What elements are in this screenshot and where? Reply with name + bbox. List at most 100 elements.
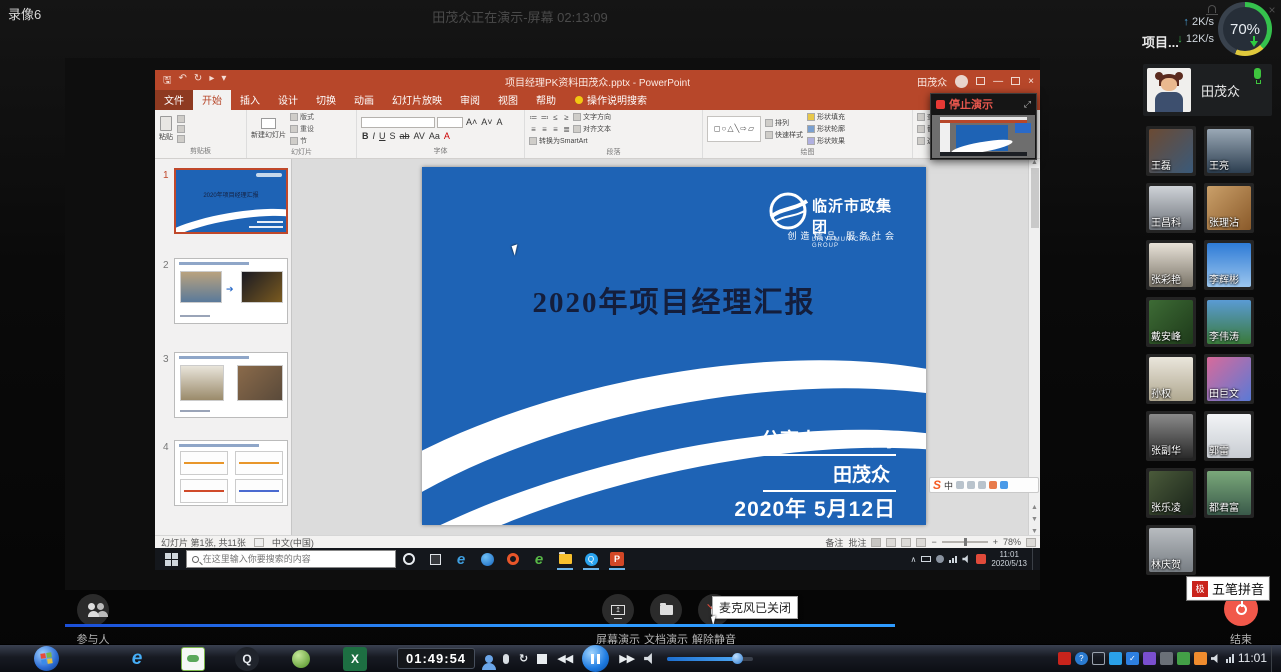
- edge-icon[interactable]: e: [450, 549, 472, 569]
- recorder-mic-icon[interactable]: [503, 654, 509, 664]
- section-button[interactable]: 节: [290, 136, 314, 146]
- indent-less-icon[interactable]: ≤: [551, 113, 560, 122]
- tab-slideshow[interactable]: 幻灯片放映: [383, 90, 451, 110]
- slide-thumbnail-1[interactable]: 2020年项目经理汇报: [174, 168, 288, 234]
- strikethrough-button[interactable]: ab: [399, 131, 411, 141]
- chat-app-icon[interactable]: Q: [580, 549, 602, 569]
- ime-mode-indicator[interactable]: 中: [944, 479, 953, 492]
- ppt-minimize-button[interactable]: —: [993, 76, 1003, 87]
- recorder-stop-button[interactable]: [537, 654, 547, 664]
- powerpoint-taskbar-icon[interactable]: P: [606, 549, 628, 569]
- participant-tile[interactable]: 林庆贺: [1146, 525, 1196, 575]
- task-view-icon[interactable]: [424, 549, 446, 569]
- green-sphere-icon[interactable]: [289, 647, 313, 671]
- accessibility-icon[interactable]: [254, 538, 264, 547]
- zoom-out-button[interactable]: −: [931, 537, 936, 547]
- layout-button[interactable]: 版式: [290, 112, 314, 122]
- increase-font-icon[interactable]: A˄: [465, 117, 478, 127]
- undo-icon[interactable]: ↶: [179, 73, 187, 90]
- tray-status-icon[interactable]: [936, 555, 944, 563]
- file-explorer-icon[interactable]: [554, 549, 576, 569]
- taskbar-clock[interactable]: 11:01 2020/5/13: [991, 550, 1027, 568]
- ppt-close-button[interactable]: ×: [1028, 76, 1034, 87]
- tray-window-icon[interactable]: [1092, 652, 1105, 665]
- ime-mic-icon[interactable]: [967, 481, 975, 489]
- start-button[interactable]: [165, 553, 178, 566]
- shapes-gallery[interactable]: ◻ ○ △ ╲ ⇨ ▱: [707, 116, 761, 142]
- ime-toolbox-icon[interactable]: [989, 481, 997, 489]
- participant-tile[interactable]: 田巨文: [1204, 354, 1254, 404]
- shape-fill-button[interactable]: 形状填充: [807, 112, 845, 122]
- participant-tile[interactable]: 王磊: [1146, 126, 1196, 176]
- participant-tile[interactable]: 张乐凌: [1146, 468, 1196, 518]
- tray-help-icon[interactable]: ?: [1075, 652, 1088, 665]
- volume-icon[interactable]: [962, 555, 971, 563]
- scroll-down-icon[interactable]: ▼: [1029, 528, 1040, 535]
- save-icon[interactable]: 🖫: [163, 73, 172, 90]
- format-painter-button[interactable]: [177, 135, 185, 143]
- tray-shield-icon[interactable]: ✓: [1126, 652, 1139, 665]
- participant-tile[interactable]: 戴安峰: [1146, 297, 1196, 347]
- align-right-icon[interactable]: ≡: [551, 125, 560, 134]
- notes-toggle[interactable]: 备注: [825, 536, 843, 549]
- performance-badge[interactable]: 70%: [1218, 2, 1272, 56]
- align-center-icon[interactable]: ≡: [540, 125, 549, 134]
- shadow-button[interactable]: S: [389, 131, 397, 141]
- participants-button[interactable]: 参与人: [64, 594, 122, 647]
- ime-keyboard-icon[interactable]: [978, 481, 986, 489]
- ribbon-display-options-icon[interactable]: [976, 77, 985, 85]
- zoom-slider[interactable]: [942, 541, 988, 543]
- stop-presenting-button[interactable]: 停止演示 ⤢: [931, 94, 1036, 114]
- expand-panel-icon[interactable]: ⤢: [1024, 99, 1031, 110]
- start-slideshow-icon[interactable]: ▸: [209, 73, 214, 90]
- slide-sorter-view-icon[interactable]: [886, 538, 896, 547]
- zoom-in-button[interactable]: +: [993, 537, 998, 547]
- orange-browser-icon[interactable]: [502, 549, 524, 569]
- normal-view-icon[interactable]: [871, 538, 881, 547]
- volume-slider[interactable]: [667, 657, 753, 661]
- tray-seal-icon[interactable]: [1058, 652, 1071, 665]
- tab-animations[interactable]: 动画: [345, 90, 383, 110]
- host-volume-icon[interactable]: [1211, 654, 1222, 663]
- host-start-button[interactable]: [34, 646, 59, 671]
- numbering-icon[interactable]: ≕: [540, 113, 549, 122]
- participant-tile[interactable]: 张理沾: [1204, 183, 1254, 233]
- participant-tile[interactable]: 郭雷: [1204, 411, 1254, 461]
- font-name-box[interactable]: [361, 117, 435, 128]
- sogou-ime-bar[interactable]: S 中: [929, 477, 1039, 493]
- participant-tile[interactable]: 张彩艳: [1146, 240, 1196, 290]
- show-desktop-button[interactable]: [1032, 548, 1036, 570]
- ime-skin-icon[interactable]: [1000, 481, 1008, 489]
- tab-help[interactable]: 帮助: [527, 90, 565, 110]
- scroll-up-icon[interactable]: ▲: [1029, 159, 1040, 166]
- copy-button[interactable]: [177, 125, 185, 133]
- tab-review[interactable]: 审阅: [451, 90, 489, 110]
- q-browser-icon[interactable]: Q: [235, 647, 259, 671]
- justify-icon[interactable]: ≣: [562, 125, 571, 134]
- tray-green-icon[interactable]: [1177, 652, 1190, 665]
- tab-design[interactable]: 设计: [269, 90, 307, 110]
- tray-qq-icon[interactable]: [1109, 652, 1122, 665]
- shape-effects-button[interactable]: 形状效果: [807, 136, 845, 146]
- tab-transitions[interactable]: 切换: [307, 90, 345, 110]
- notification-bell-icon[interactable]: [1208, 5, 1216, 13]
- fit-to-window-icon[interactable]: [1026, 538, 1036, 547]
- slide-thumbnail-2[interactable]: ➔: [174, 258, 288, 324]
- excel-icon[interactable]: X: [343, 647, 367, 671]
- cut-button[interactable]: [177, 115, 185, 123]
- shape-outline-button[interactable]: 形状轮廓: [807, 124, 845, 134]
- underline-button[interactable]: U: [378, 131, 387, 141]
- reset-button[interactable]: 重设: [290, 124, 314, 134]
- language-indicator[interactable]: 中文(中国): [272, 536, 314, 549]
- bold-button[interactable]: B: [361, 131, 370, 141]
- tray-purple-icon[interactable]: [1143, 652, 1156, 665]
- zoom-level[interactable]: 78%: [1003, 537, 1021, 547]
- previous-slide-button[interactable]: ▲: [1029, 504, 1040, 511]
- tray-expand-icon[interactable]: ∧: [911, 555, 917, 564]
- ppt-account-avatar[interactable]: [955, 75, 968, 88]
- host-signal-icon[interactable]: [1226, 654, 1234, 663]
- sogou-logo-icon[interactable]: S: [933, 478, 941, 492]
- ime-emoji-icon[interactable]: [956, 481, 964, 489]
- sogou-tray-icon[interactable]: [976, 554, 986, 564]
- redo-icon[interactable]: ↻: [194, 73, 202, 90]
